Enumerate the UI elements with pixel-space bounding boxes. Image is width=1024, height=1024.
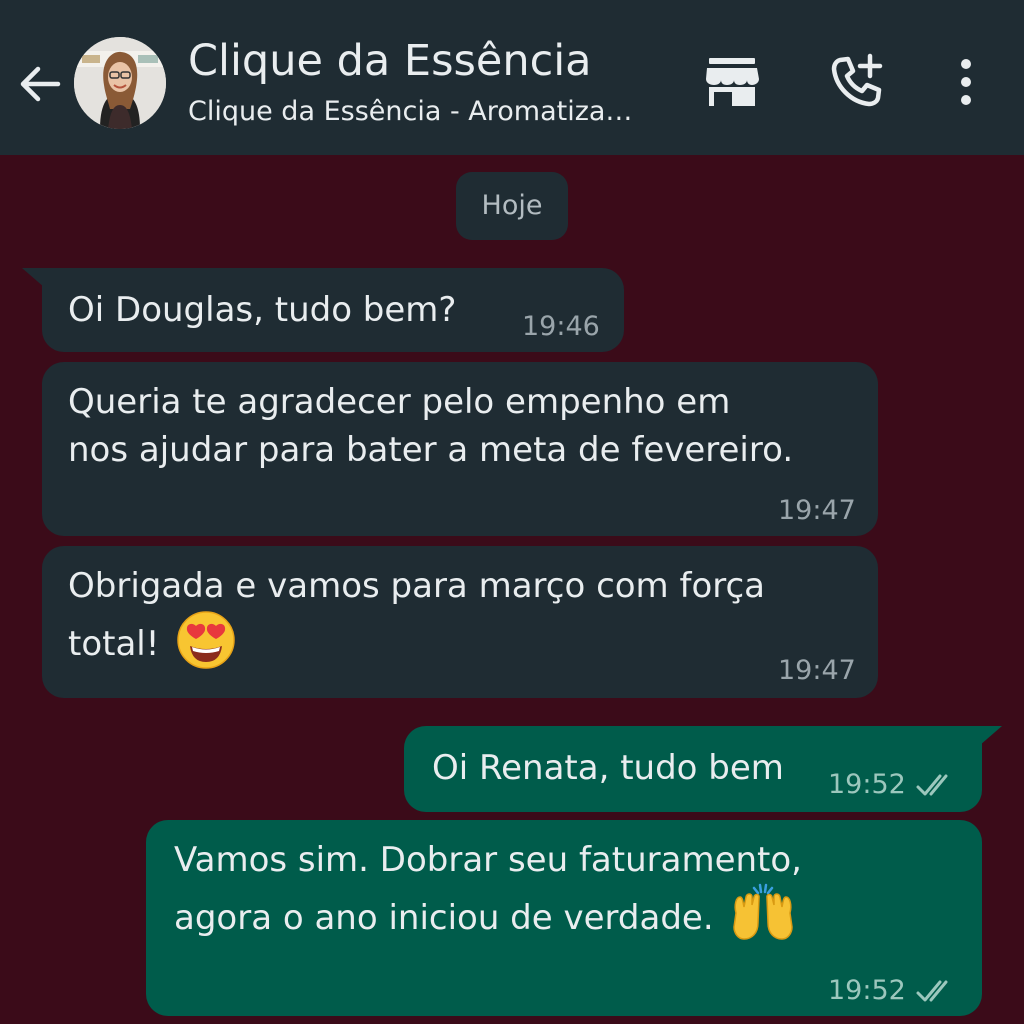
date-separator: Hoje: [456, 172, 568, 240]
message-time: 19:47: [778, 495, 856, 526]
message-bubble[interactable]: Vamos sim. Dobrar seu faturamento, agora…: [146, 820, 982, 1016]
message-text: Oi Douglas, tudo bem?: [68, 290, 457, 330]
chat-header: Clique da Essência Clique da Essência - …: [0, 0, 1024, 155]
message-text: Vamos sim. Dobrar seu faturamento,: [174, 840, 802, 880]
back-button[interactable]: [14, 58, 66, 110]
message-time: 19:52: [828, 975, 906, 1006]
more-vertical-icon: [961, 59, 971, 105]
chat-screen: Clique da Essência Clique da Essência - …: [0, 0, 1024, 1024]
catalog-button[interactable]: [702, 52, 762, 112]
message-text: Obrigada e vamos para março com força: [68, 566, 766, 606]
contact-subtitle[interactable]: Clique da Essência - Aromatiza…: [188, 95, 678, 129]
message-bubble[interactable]: Oi Renata, tudo bem 19:52: [404, 726, 982, 812]
message-bubble[interactable]: Queria te agradecer pelo empenho em nos …: [42, 362, 878, 536]
profile-photo: [74, 37, 166, 129]
message-text: total!: [68, 610, 236, 670]
message-text-line: total!: [68, 624, 160, 664]
message-time: 19:46: [522, 311, 600, 342]
message-bubble[interactable]: Obrigada e vamos para março com força to…: [42, 546, 878, 698]
store-icon: [706, 58, 759, 106]
avatar[interactable]: [74, 37, 166, 129]
message-text: agora o ano iniciou de verdade.: [174, 883, 796, 943]
arrow-left-icon: [20, 66, 61, 102]
contact-name[interactable]: Clique da Essência: [188, 36, 592, 86]
message-text: Queria te agradecer pelo empenho em: [68, 382, 731, 422]
message-text-line: agora o ano iniciou de verdade.: [174, 898, 714, 938]
read-check-icon: [916, 774, 948, 796]
add-call-icon: [831, 53, 883, 107]
message-text: nos ajudar para bater a meta de fevereir…: [68, 430, 794, 470]
more-options-button[interactable]: [936, 52, 996, 112]
read-check-icon: [916, 980, 948, 1002]
message-text: Oi Renata, tudo bem: [432, 748, 784, 788]
heart-eyes-emoji: [177, 610, 235, 669]
raising-hands-emoji: [733, 883, 794, 940]
message-time: 19:52: [828, 769, 906, 800]
message-time: 19:47: [778, 655, 856, 686]
add-call-button[interactable]: [826, 52, 886, 112]
message-bubble[interactable]: Oi Douglas, tudo bem? 19:46: [42, 268, 624, 352]
